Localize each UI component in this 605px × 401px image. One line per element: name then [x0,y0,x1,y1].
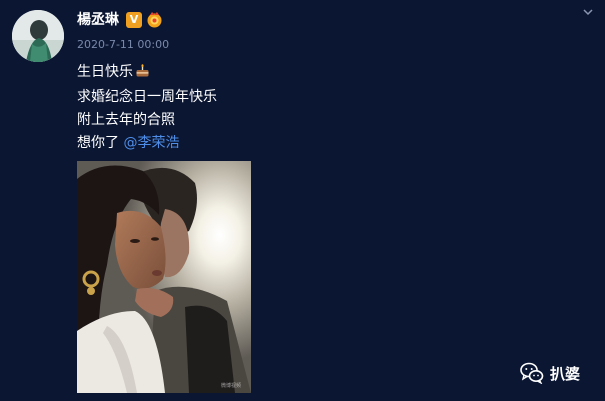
post-line-1: 生日快乐 [77,63,150,81]
medal-icon[interactable] [146,11,163,28]
post-timestamp[interactable]: 2020-7-11 00:00 [77,38,169,52]
post-line-3: 附上去年的合照 [77,112,175,128]
cake-icon [136,64,149,77]
brand-watermark: 扒婆 [520,362,580,384]
brand-label: 扒婆 [550,364,581,383]
wechat-icon [520,362,544,384]
weibo-post-card: 楊丞琳 V 2020-7-11 00:00 生日快乐 求婚纪念日一周年快乐 附上… [0,0,605,401]
mention-link[interactable]: @李荣浩 [123,135,179,151]
post-line-4: 想你了 @李荣浩 [77,134,179,152]
couple-photo-image [77,161,251,393]
username[interactable]: 楊丞琳 [77,11,119,29]
chevron-down-icon[interactable] [583,8,593,16]
post-line-1-text: 生日快乐 [77,64,133,80]
avatar[interactable] [12,10,64,62]
post-line-2: 求婚纪念日一周年快乐 [77,89,217,105]
post-line-4-text: 想你了 [77,135,124,151]
vip-badge-icon: V [126,12,142,28]
post-photo[interactable]: 微博视频 [77,161,251,393]
avatar-image [12,10,64,62]
photo-watermark: 微博视频 [220,383,241,389]
